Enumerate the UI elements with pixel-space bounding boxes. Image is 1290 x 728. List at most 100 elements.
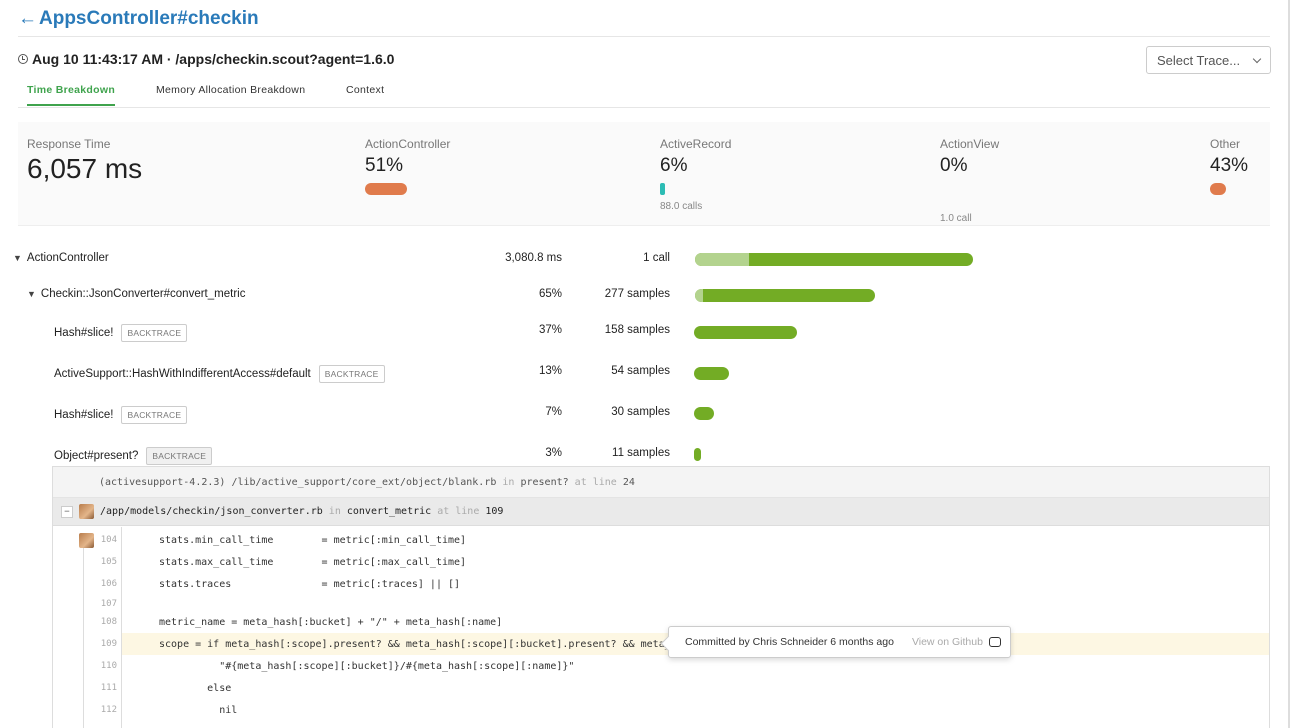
tab-memory-allocation[interactable]: Memory Allocation Breakdown [156, 84, 305, 96]
code-text: nil [159, 704, 238, 716]
row-bar [694, 367, 729, 380]
row-name: Hash#slice! [54, 409, 114, 421]
avatar [79, 504, 94, 519]
row-samples: 277 samples [604, 288, 670, 300]
line-number: 110 [100, 661, 117, 671]
code-line: 112 nil [53, 699, 1269, 721]
tab-bar: Time Breakdown Memory Allocation Breakdo… [18, 78, 1270, 108]
row-samples: 30 samples [611, 406, 670, 418]
code-text: stats.max_call_time = metric[:max_call_t… [159, 556, 467, 568]
code-text: else [159, 682, 232, 694]
metric-actionview: ActionView 0% 1.0 call [940, 137, 999, 224]
metric-label: Other [1210, 137, 1241, 151]
metric-activerecord: ActiveRecord 6% 88.0 calls [660, 137, 731, 212]
row-name: Object#present? [54, 450, 139, 462]
row-value: 3% [545, 447, 562, 459]
line-number: 106 [100, 579, 117, 589]
metric-bar [365, 183, 407, 195]
backtrace-button[interactable]: BACKTRACE [318, 365, 385, 383]
line-number: 111 [100, 683, 117, 693]
frame-line: 24 [622, 477, 635, 488]
line-number: 109 [100, 639, 117, 649]
row-samples: 11 samples [612, 447, 670, 459]
response-time-value: 6,057 ms [27, 153, 143, 184]
metric-label: ActionView [940, 137, 1000, 151]
summary-panel: Response Time 6,057 ms ActionController … [18, 122, 1270, 226]
frame-at: at line [574, 477, 617, 488]
code-line: 104 stats.min_call_time = metric[:min_ca… [53, 529, 1269, 551]
row-bar-light [695, 253, 749, 266]
line-number: 112 [100, 705, 117, 715]
backtrace-button[interactable]: BACKTRACE [121, 406, 188, 424]
metric-bar [660, 183, 665, 195]
row-samples: 1 call [643, 252, 670, 264]
tab-time-breakdown[interactable]: Time Breakdown [27, 84, 116, 106]
collapse-frame-button[interactable]: − [61, 505, 73, 518]
divider [18, 36, 1270, 37]
code-text: metric_name = meta_hash[:bucket] + "/" +… [159, 616, 503, 628]
github-icon[interactable] [988, 637, 1001, 647]
page-title[interactable]: ← AppsController#checkin [18, 8, 259, 30]
frame-method: present? [520, 477, 569, 488]
line-number: 104 [100, 535, 117, 545]
row-name: Checkin::JsonConverter#convert_metric [40, 288, 246, 300]
code-text: stats.traces = metric[:traces] || [] [159, 578, 461, 590]
code-line: 105 stats.max_call_time = metric[:max_ca… [53, 551, 1269, 573]
collapse-triangle-icon[interactable]: ▼ [13, 253, 22, 263]
metric-pct: 0% [940, 155, 968, 176]
row-bar [695, 253, 973, 266]
commit-text: Committed by Chris Schneider 6 months ag… [685, 636, 894, 648]
trace-subtitle: Aug 10 11:43:17 AM · /apps/checkin.scout… [18, 51, 394, 67]
clock-icon [18, 54, 28, 64]
row-name: ActiveSupport::HashWithIndifferentAccess… [54, 368, 311, 380]
metric-pct: 6% [660, 155, 688, 176]
line-number: 105 [100, 557, 117, 567]
row-value: 65% [538, 288, 562, 300]
tab-context[interactable]: Context [346, 84, 384, 96]
metric-calls: 88.0 calls [660, 201, 703, 212]
frame-line: 109 [485, 506, 504, 517]
row-bar [694, 448, 701, 461]
row-value: 7% [545, 406, 562, 418]
commit-tooltip: Committed by Chris Schneider 6 months ag… [668, 626, 1011, 658]
select-trace-dropdown[interactable]: Select Trace... [1146, 46, 1271, 74]
code-line: 108 metric_name = meta_hash[:bucket] + "… [53, 611, 1269, 633]
subtitle-text: Aug 10 11:43:17 AM · /apps/checkin.scout… [32, 51, 395, 67]
back-arrow-icon[interactable]: ← [18, 8, 37, 29]
response-time-label: Response Time [27, 137, 111, 151]
metric-calls: 1.0 call [940, 213, 972, 224]
backtrace-frame-expanded[interactable]: − /app/models/checkin/json_converter.rb … [53, 498, 1269, 526]
select-trace-label: Select Trace... [1157, 52, 1241, 68]
metric-actioncontroller: ActionController 51% [365, 137, 450, 195]
row-name: ActionController [26, 252, 109, 264]
collapse-triangle-icon[interactable]: ▼ [27, 289, 36, 299]
line-number: 108 [100, 617, 117, 627]
row-bar-light [695, 289, 703, 302]
row-value: 3,080.8 ms [505, 252, 562, 264]
row-samples: 54 samples [611, 365, 670, 377]
frame-path: /app/models/checkin/json_converter.rb [100, 506, 323, 517]
backtrace-panel: (activesupport-4.2.3) /lib/active_suppor… [52, 466, 1270, 728]
metric-pct: 43% [1210, 155, 1249, 176]
avatar [79, 532, 94, 548]
frame-in: in [502, 477, 515, 488]
metric-pct: 51% [365, 155, 404, 176]
backtrace-button[interactable]: BACKTRACE [121, 324, 188, 342]
code-line: 110 "#{meta_hash[:scope][:bucket]}/#{met… [53, 655, 1269, 677]
row-name: Hash#slice! [54, 327, 114, 339]
title-text: AppsController#checkin [39, 8, 259, 29]
metric-label: ActiveRecord [660, 137, 732, 151]
code-line: 111 else [53, 677, 1269, 699]
backtrace-frame[interactable]: (activesupport-4.2.3) /lib/active_suppor… [53, 467, 1269, 498]
row-value: 37% [538, 324, 562, 336]
chevron-down-icon [1252, 54, 1262, 63]
backtrace-button[interactable]: BACKTRACE [146, 447, 213, 465]
response-time-metric: Response Time 6,057 ms [27, 137, 142, 185]
code-text: scope = if meta_hash[:scope].present? &&… [159, 638, 689, 650]
view-on-github-link[interactable]: View on Github [912, 636, 983, 648]
frame-method: convert_metric [346, 506, 432, 517]
code-text: "#{meta_hash[:scope][:bucket]}/#{meta_ha… [159, 660, 575, 672]
frame-path: (activesupport-4.2.3) /lib/active_suppor… [99, 477, 497, 488]
frame-in: in [328, 506, 341, 517]
frame-at: at line [437, 506, 480, 517]
